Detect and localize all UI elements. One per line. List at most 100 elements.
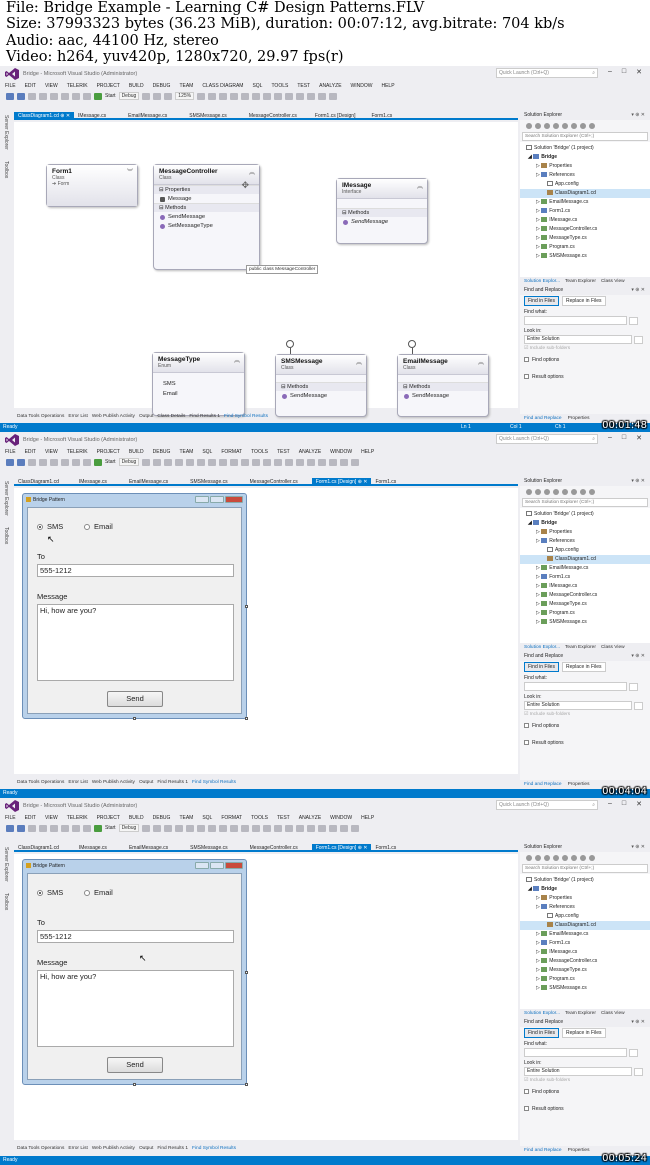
properties-icon[interactable] <box>580 488 586 495</box>
tab-form1-design[interactable]: Form1.cs [Design] ⊕ ✕ <box>311 478 372 485</box>
send-button[interactable]: Send <box>107 691 163 707</box>
menu-test[interactable]: TEST <box>297 83 310 89</box>
back-icon[interactable] <box>526 122 532 129</box>
tab-emailmessage[interactable]: EmailMessage.cs <box>125 844 172 851</box>
menu-help[interactable]: HELP <box>361 815 374 821</box>
member-message[interactable]: Message <box>154 194 259 203</box>
menu-build[interactable]: BUILD <box>129 449 144 455</box>
menu-window[interactable]: WINDOW <box>330 815 352 821</box>
tab-error-list[interactable]: Error List <box>68 779 87 787</box>
chevron-up-icon[interactable]: ︽ <box>234 355 240 364</box>
save-icon[interactable] <box>50 824 58 832</box>
open-icon[interactable] <box>39 458 47 466</box>
sync-icon[interactable] <box>553 488 559 495</box>
config-select[interactable]: Debug <box>118 92 140 100</box>
start-icon[interactable] <box>94 92 102 100</box>
chevron-up-icon[interactable]: ︽ <box>417 181 423 190</box>
tree-item-project[interactable]: ◢ Bridge <box>520 519 650 528</box>
new-project-icon[interactable] <box>28 458 36 466</box>
chevron-up-icon[interactable]: ︽ <box>478 357 484 366</box>
tab-imessage[interactable]: IMessage.cs <box>75 844 111 851</box>
menu-file[interactable]: FILE <box>5 83 16 89</box>
tab-web-publish[interactable]: Web Publish Activity <box>92 413 135 421</box>
tree-item-emailmessage[interactable]: ▷ EmailMessage.cs <box>520 564 650 573</box>
resize-handle[interactable] <box>245 605 248 608</box>
tab-classdiagram[interactable]: ClassDiagram1.cd <box>14 478 63 485</box>
find-what-input[interactable] <box>524 682 638 691</box>
member-setmessagetype[interactable]: SetMessageType <box>154 221 259 230</box>
find-in-files-button[interactable]: Find in Files <box>524 1027 559 1038</box>
config-select[interactable]: Debug <box>118 458 140 466</box>
toolbar-icon[interactable] <box>307 458 316 466</box>
home-icon[interactable] <box>544 122 550 129</box>
menu-test[interactable]: TEST <box>277 449 290 455</box>
forward-icon[interactable] <box>535 488 541 495</box>
toolbar-icon[interactable] <box>329 92 338 100</box>
maximize-button[interactable] <box>210 496 224 503</box>
tab-data-tools[interactable]: Data Tools Operations <box>17 1145 64 1153</box>
form-designer-canvas[interactable]: Bridge Pattern SMS Email ↖ To 555-1212 M… <box>14 488 518 774</box>
menu-view[interactable]: VIEW <box>45 815 58 821</box>
menu-view[interactable]: VIEW <box>45 449 58 455</box>
tree-item-references[interactable]: ▷ References <box>520 171 650 180</box>
tree-item-classdiagram[interactable]: ClassDiagram1.cd <box>520 555 650 564</box>
toolbar-icon[interactable] <box>296 824 305 832</box>
tree-item-form1[interactable]: ▷ Form1.cs <box>520 207 650 216</box>
find-options-expander[interactable]: Find options <box>524 354 646 367</box>
pin-icon[interactable]: ▾ ⊕ ✕ <box>631 111 645 120</box>
menu-view[interactable]: VIEW <box>45 83 58 89</box>
tab-web-publish[interactable]: Web Publish Activity <box>92 1145 135 1153</box>
tree-item-app-config[interactable]: App.config <box>520 546 650 555</box>
tree-item-project[interactable]: ◢ Bridge <box>520 153 650 162</box>
tab-find-results[interactable]: Find Results 1 <box>157 1145 188 1153</box>
tree-item-messagetype[interactable]: ▷ MessageType.cs <box>520 966 650 975</box>
solution-search-input[interactable]: Search Solution Explorer (Ctrl+;) <box>522 864 648 873</box>
resize-handle[interactable] <box>245 971 248 974</box>
member-sendmessage[interactable]: SendMessage <box>398 391 488 400</box>
toolbar-icon[interactable] <box>318 458 327 466</box>
menu-team[interactable]: TEAM <box>179 815 193 821</box>
tree-item-program[interactable]: ▷ Program.cs <box>520 243 650 252</box>
menu-project[interactable]: PROJECT <box>97 815 120 821</box>
tab-solution-explorer[interactable]: Solution Explor... <box>524 277 560 286</box>
collapse-icon[interactable] <box>571 854 577 861</box>
email-radio[interactable]: Email <box>84 888 113 897</box>
include-subfolders-checkbox[interactable]: ☑ Include sub-folders <box>524 344 646 354</box>
tab-messagecontroller[interactable]: MessageController.cs <box>246 844 302 851</box>
menu-edit[interactable]: EDIT <box>25 815 36 821</box>
toolbar-icon[interactable] <box>329 824 338 832</box>
sms-radio[interactable]: SMS <box>37 888 63 897</box>
menu-analyze[interactable]: ANALYZE <box>319 83 341 89</box>
forward-icon[interactable] <box>535 854 541 861</box>
tree-item-smsmessage[interactable]: ▷ SMSMessage.cs <box>520 618 650 627</box>
tab-output[interactable]: Output <box>139 1145 153 1153</box>
section-methods[interactable]: ⊟ Methods <box>154 203 259 212</box>
tab-imessage[interactable]: IMessage.cs <box>74 112 110 119</box>
tab-smsmessage[interactable]: SMSMessage.cs <box>186 478 232 485</box>
home-icon[interactable] <box>544 854 550 861</box>
show-all-icon[interactable] <box>589 488 595 495</box>
properties-icon[interactable] <box>580 854 586 861</box>
menu-edit[interactable]: EDIT <box>25 449 36 455</box>
tab-team-explorer[interactable]: Team Explorer <box>565 643 596 652</box>
menu-sql[interactable]: SQL <box>202 449 212 455</box>
tree-item-messagecontroller[interactable]: ▷ MessageController.cs <box>520 225 650 234</box>
browse-button[interactable] <box>634 1068 643 1076</box>
forward-icon[interactable] <box>17 824 25 832</box>
sync-icon[interactable] <box>553 854 559 861</box>
menu-help[interactable]: HELP <box>381 83 394 89</box>
tab-output[interactable]: Output <box>139 413 153 421</box>
section-methods[interactable]: ⊟ Methods <box>337 208 427 217</box>
back-icon[interactable] <box>6 92 14 100</box>
toolbar-icon[interactable] <box>175 458 184 466</box>
look-in-select[interactable]: Entire Solution <box>524 1067 643 1076</box>
config-select[interactable]: Debug <box>118 824 140 832</box>
resize-handle[interactable] <box>245 717 248 720</box>
pin-icon[interactable]: ▾ ⊕ ✕ <box>631 652 645 661</box>
chevron-down-icon[interactable]: ︾ <box>127 167 133 176</box>
minimize-button[interactable]: – <box>608 434 612 442</box>
tree-item-classdiagram[interactable]: ClassDiagram1.cd <box>520 189 650 198</box>
server-explorer-tab[interactable]: Server Explorer <box>3 115 9 150</box>
tree-item-messagetype[interactable]: ▷ MessageType.cs <box>520 234 650 243</box>
menu-telerik[interactable]: TELERIK <box>67 449 88 455</box>
